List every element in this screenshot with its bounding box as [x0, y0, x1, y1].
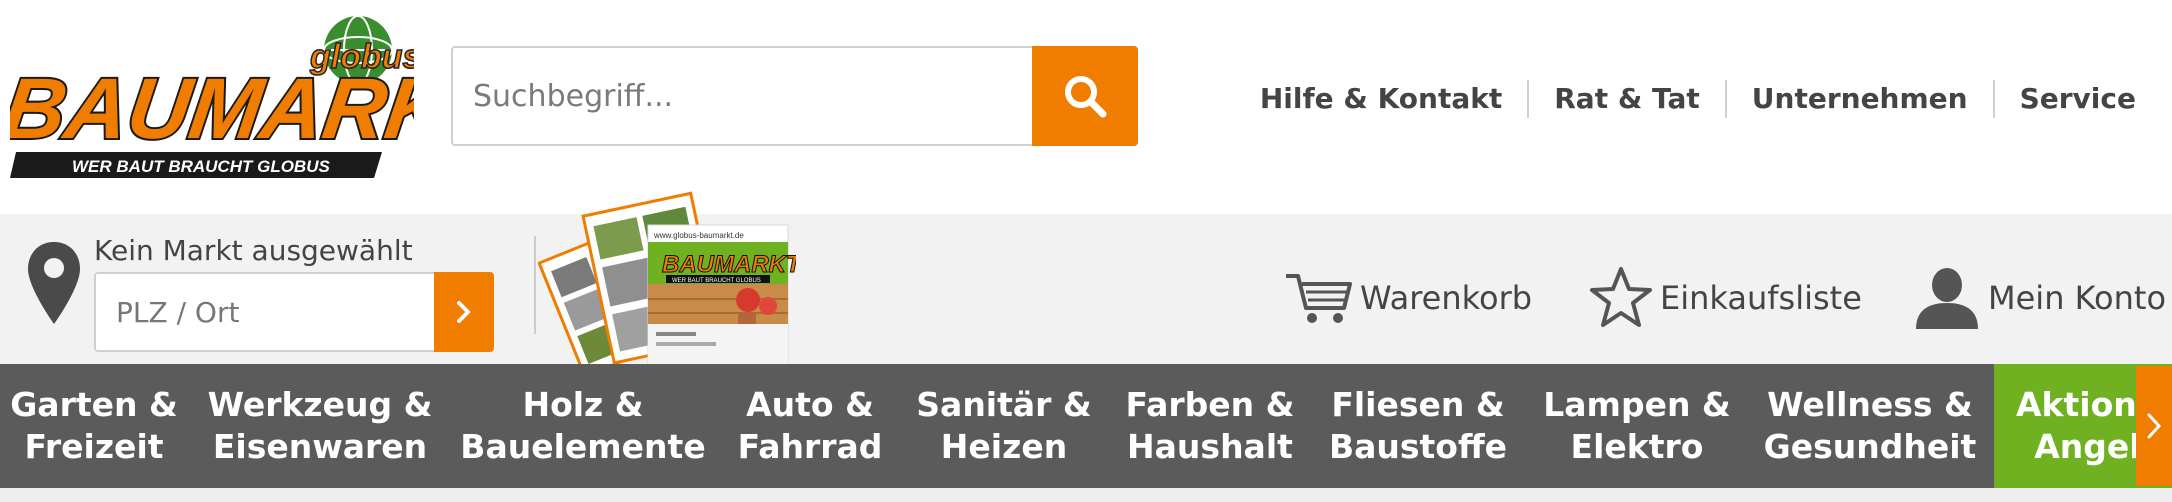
market-search-box	[94, 272, 494, 352]
content-area-top	[0, 488, 2172, 502]
shopping-cart-icon	[1286, 274, 1352, 323]
brochure-thumbnail[interactable]: www.globus-baumarkt.de BAUMARKT WER BAUT…	[537, 180, 803, 379]
divider	[534, 236, 536, 334]
chevron-right-icon	[2147, 413, 2162, 439]
category-label-line1: Wellness &	[1767, 385, 1973, 424]
category-holz-bauelemente[interactable]: Holz & Bauelemente	[460, 364, 706, 488]
svg-text:www.globus-baumarkt.de: www.globus-baumarkt.de	[653, 231, 744, 240]
category-label-line2: Fahrrad	[737, 427, 883, 466]
top-navigation: Hilfe & Kontakt Rat & Tat Unternehmen Se…	[1260, 80, 2136, 118]
svg-text:WER BAUT BRAUCHT GLOBUS: WER BAUT BRAUCHT GLOBUS	[72, 157, 330, 176]
category-auto-fahrrad[interactable]: Auto & Fahrrad	[724, 364, 896, 488]
cart-label: Warenkorb	[1360, 279, 1533, 317]
baumarkt-logo[interactable]: globus BAUMARKT WER BAUT BRAUCHT GLOBUS	[0, 10, 516, 180]
category-farben-haushalt[interactable]: Farben & Haushalt	[1118, 364, 1302, 488]
top-nav-rat-tat[interactable]: Rat & Tat	[1527, 80, 1725, 118]
search-input[interactable]	[453, 48, 1033, 144]
category-label-line2: Eisenwaren	[212, 427, 428, 466]
shopping-list-link[interactable]: Einkaufsliste	[1588, 267, 1862, 328]
category-label-line1: Garten &	[10, 385, 178, 424]
top-nav-service[interactable]: Service	[1992, 80, 2136, 118]
category-label-line2: Elektro	[1570, 427, 1704, 466]
category-garten-freizeit[interactable]: Garten & Freizeit	[0, 364, 188, 488]
category-label-line2: Gesundheit	[1763, 427, 1977, 466]
svg-text:BAUMARKT: BAUMARKT	[10, 61, 414, 157]
category-label-line1: Werkzeug &	[207, 385, 433, 424]
top-nav-unternehmen[interactable]: Unternehmen	[1724, 80, 1993, 118]
category-navigation: Garten & Freizeit Werkzeug & Eisenwaren Ho…	[0, 364, 2172, 488]
account-label: Mein Konto	[1988, 279, 2167, 317]
category-lampen-elektro[interactable]: Lampen & Elektro	[1534, 364, 1740, 488]
star-icon	[1590, 267, 1652, 327]
category-label-line1: Sanitär &	[916, 385, 1092, 424]
shopping-list-label: Einkaufsliste	[1660, 279, 1862, 317]
category-sanitaer-heizen[interactable]: Sanitär & Heizen	[910, 364, 1098, 488]
user-icon	[1916, 268, 1978, 329]
svg-text:BAUMARKT: BAUMARKT	[662, 251, 796, 278]
search-box	[451, 46, 1138, 146]
category-label-line1: Lampen &	[1543, 385, 1731, 424]
category-label-line1: Farben &	[1125, 385, 1295, 424]
category-label-line2: Baustoffe	[1328, 427, 1508, 466]
category-werkzeug-eisenwaren[interactable]: Werkzeug & Eisenwaren	[200, 364, 440, 488]
category-label-line2: Heizen	[940, 427, 1068, 466]
market-submit-button[interactable]	[434, 272, 494, 352]
search-icon	[1065, 76, 1107, 118]
category-label-line2: Haushalt	[1127, 427, 1293, 466]
category-fliesen-baustoffe[interactable]: Fliesen & Baustoffe	[1322, 364, 1514, 488]
category-wellness-gesundheit[interactable]: Wellness & Gesundheit	[1758, 364, 1982, 488]
svg-text:WER BAUT BRAUCHT GLOBUS: WER BAUT BRAUCHT GLOBUS	[672, 278, 761, 284]
chevron-right-icon	[457, 301, 471, 323]
category-label-line1: Fliesen &	[1331, 385, 1505, 424]
category-label-line1: Holz &	[522, 385, 644, 424]
top-nav-hilfe-kontakt[interactable]: Hilfe & Kontakt	[1260, 80, 1527, 118]
category-label-line1: Auto &	[746, 385, 874, 424]
market-status-label: Kein Markt ausgewählt	[94, 234, 413, 267]
cart-link[interactable]: Warenkorb	[1284, 268, 1532, 328]
search-button[interactable]	[1032, 46, 1138, 146]
account-link[interactable]: Mein Konto	[1912, 268, 2167, 329]
map-pin-icon	[28, 242, 80, 324]
category-label-line2: Freizeit	[24, 427, 164, 466]
category-scroll-right-button[interactable]	[2136, 366, 2172, 486]
plz-ort-input[interactable]	[96, 274, 436, 350]
category-label-line2: Bauelemente	[460, 427, 706, 466]
